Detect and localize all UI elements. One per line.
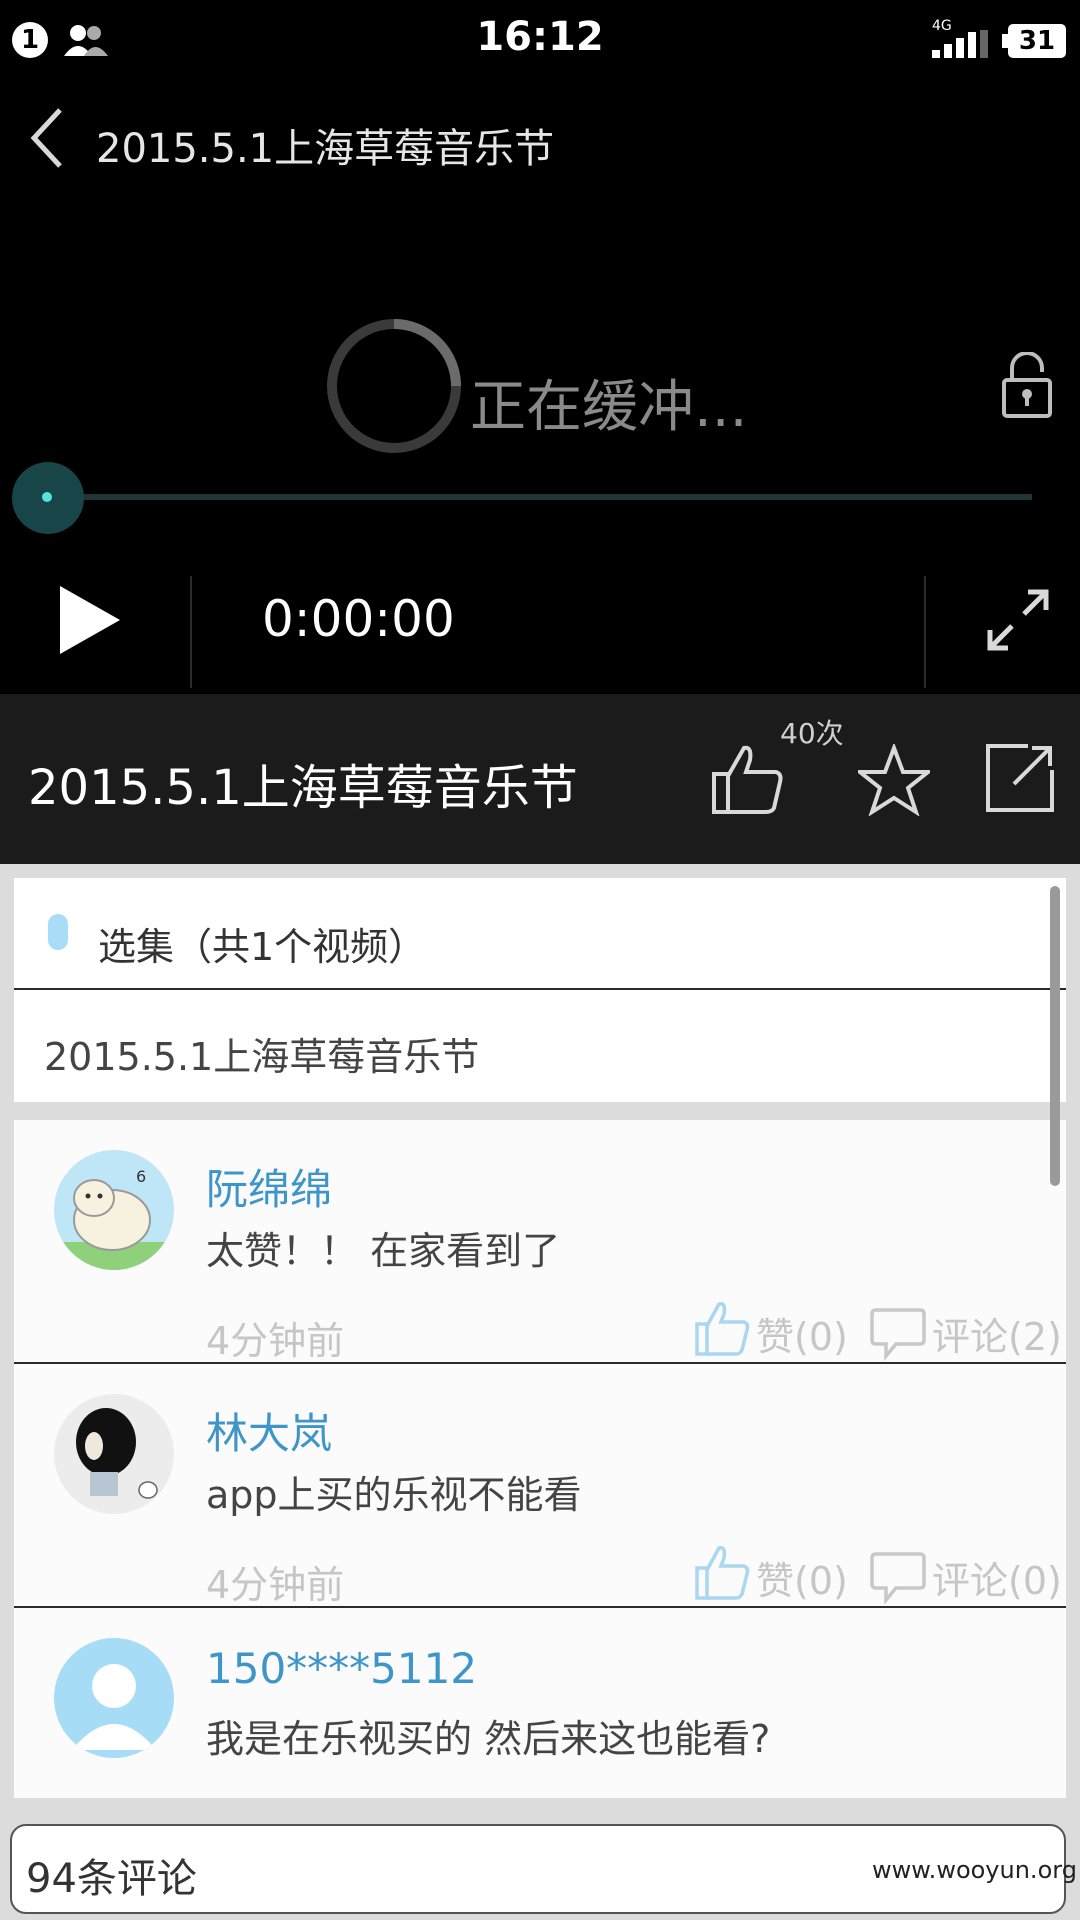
avatar[interactable]: [54, 1638, 174, 1758]
comment-list[interactable]: 6 阮绵绵 太赞！！ 在家看到了 4分钟前 赞(0) 评论(2) 林大岚 app…: [14, 1120, 1066, 1798]
like-button[interactable]: 赞(0): [756, 1306, 848, 1361]
comment-count-label: 94条评论: [26, 1856, 197, 1902]
player-title: 2015.5.1上海草莓音乐节: [96, 126, 555, 172]
comment-time: 4分钟前: [206, 1563, 345, 1607]
divider: [14, 988, 1066, 990]
episode-item[interactable]: 2015.5.1上海草莓音乐节: [44, 1026, 479, 1081]
thumbs-up-icon[interactable]: [710, 742, 786, 818]
comment-time: 4分钟前: [206, 1319, 345, 1363]
battery-indicator: 31: [1008, 24, 1066, 58]
share-icon[interactable]: [984, 742, 1056, 814]
like-icon[interactable]: [694, 1300, 752, 1358]
progress-dot: [42, 492, 52, 502]
star-icon[interactable]: [858, 744, 930, 816]
episode-header: 选集（共1个视频）: [98, 925, 427, 969]
video-player[interactable]: 2015.5.1上海草莓音乐节 正在缓冲... 0:00:00: [0, 80, 1080, 694]
episode-selector: 选集（共1个视频） 2015.5.1上海草莓音乐节: [14, 878, 1066, 1102]
back-arrow-icon[interactable]: [28, 106, 68, 170]
video-title: 2015.5.1上海草莓音乐节: [28, 760, 578, 816]
like-button[interactable]: 赞(0): [756, 1550, 848, 1605]
buffering-text: 正在缓冲...: [470, 375, 748, 440]
comment-author[interactable]: 150****5112: [206, 1644, 477, 1693]
divider: [190, 576, 192, 688]
play-icon[interactable]: [56, 582, 124, 658]
comment-bubble-icon[interactable]: [870, 1304, 928, 1362]
section-marker: [48, 914, 68, 950]
signal-icon: [932, 30, 988, 58]
reply-button[interactable]: 评论(2): [932, 1306, 1062, 1361]
scrollbar[interactable]: [1050, 886, 1060, 1186]
comment-item: 150****5112 我是在乐视买的 然后来这也能看?: [14, 1608, 1066, 1798]
status-bar: 1 16:12 4G 31: [0, 0, 1080, 80]
loading-spinner-icon: [327, 319, 461, 453]
like-count: 40次: [780, 717, 844, 750]
content-area[interactable]: 选集（共1个视频） 2015.5.1上海草莓音乐节 6 阮绵绵 太赞！！ 在家看…: [0, 864, 1080, 1798]
avatar[interactable]: 6: [54, 1150, 174, 1270]
comment-author[interactable]: 林大岚: [206, 1400, 332, 1461]
reply-button[interactable]: 评论(0): [932, 1550, 1062, 1605]
comment-bubble-icon[interactable]: [870, 1548, 928, 1606]
comment-item: 林大岚 app上买的乐视不能看 4分钟前 赞(0) 评论(0): [14, 1364, 1066, 1608]
comment-bar: 94条评论 www.wooyun.org: [0, 1798, 1080, 1920]
playback-time: 0:00:00: [262, 590, 455, 648]
video-info-bar: 2015.5.1上海草莓音乐节 40次: [0, 694, 1080, 864]
avatar[interactable]: [54, 1394, 174, 1514]
comment-text: app上买的乐视不能看: [206, 1473, 582, 1517]
comment-text: 我是在乐视买的 然后来这也能看?: [206, 1717, 771, 1761]
progress-track[interactable]: [46, 494, 1032, 500]
fullscreen-icon[interactable]: [984, 586, 1052, 654]
watermark: www.wooyun.org: [872, 1856, 1077, 1884]
divider: [924, 576, 926, 688]
comment-item: 6 阮绵绵 太赞！！ 在家看到了 4分钟前 赞(0) 评论(2): [14, 1120, 1066, 1364]
svg-text:6: 6: [136, 1167, 146, 1186]
clock: 16:12: [476, 14, 604, 60]
comment-text: 太赞！！ 在家看到了: [206, 1229, 561, 1273]
comment-author[interactable]: 阮绵绵: [206, 1156, 332, 1217]
lock-icon[interactable]: [1000, 352, 1054, 420]
like-icon[interactable]: [694, 1544, 752, 1602]
